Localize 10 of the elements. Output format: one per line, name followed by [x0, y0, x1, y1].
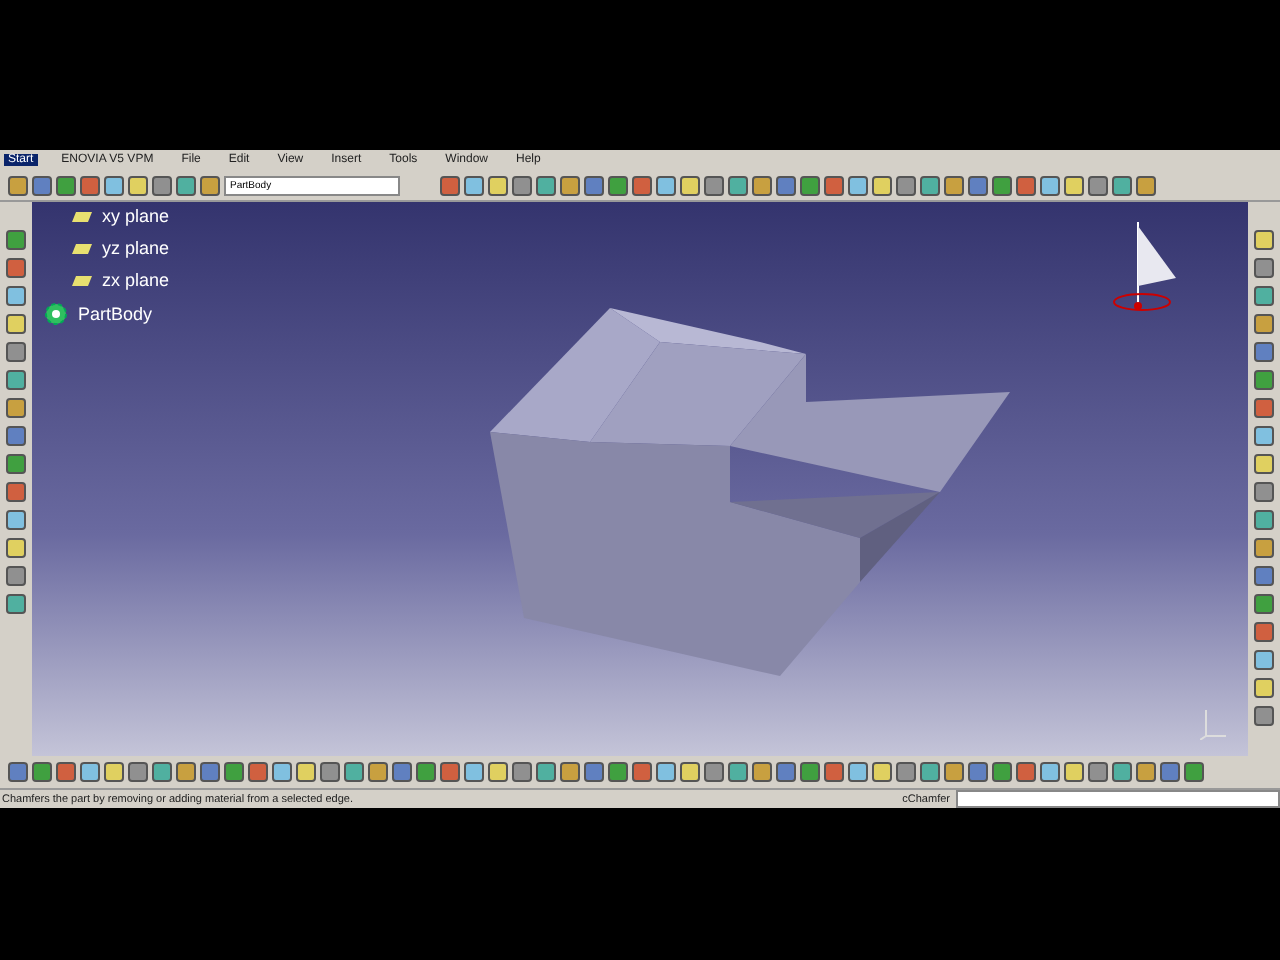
plane-icon: [72, 211, 92, 221]
tree-item[interactable]: yz plane: [102, 238, 170, 258]
axis-drawing: [1200, 708, 1228, 740]
tree-item[interactable]: PartBody: [78, 304, 153, 324]
tree-item[interactable]: zx plane: [102, 270, 170, 290]
tree-item[interactable]: xy plane: [102, 206, 170, 226]
gear-icon: [44, 302, 68, 326]
plane-icon: [72, 275, 92, 285]
command-field[interactable]: [956, 790, 1280, 808]
plane-icon: [72, 243, 92, 253]
